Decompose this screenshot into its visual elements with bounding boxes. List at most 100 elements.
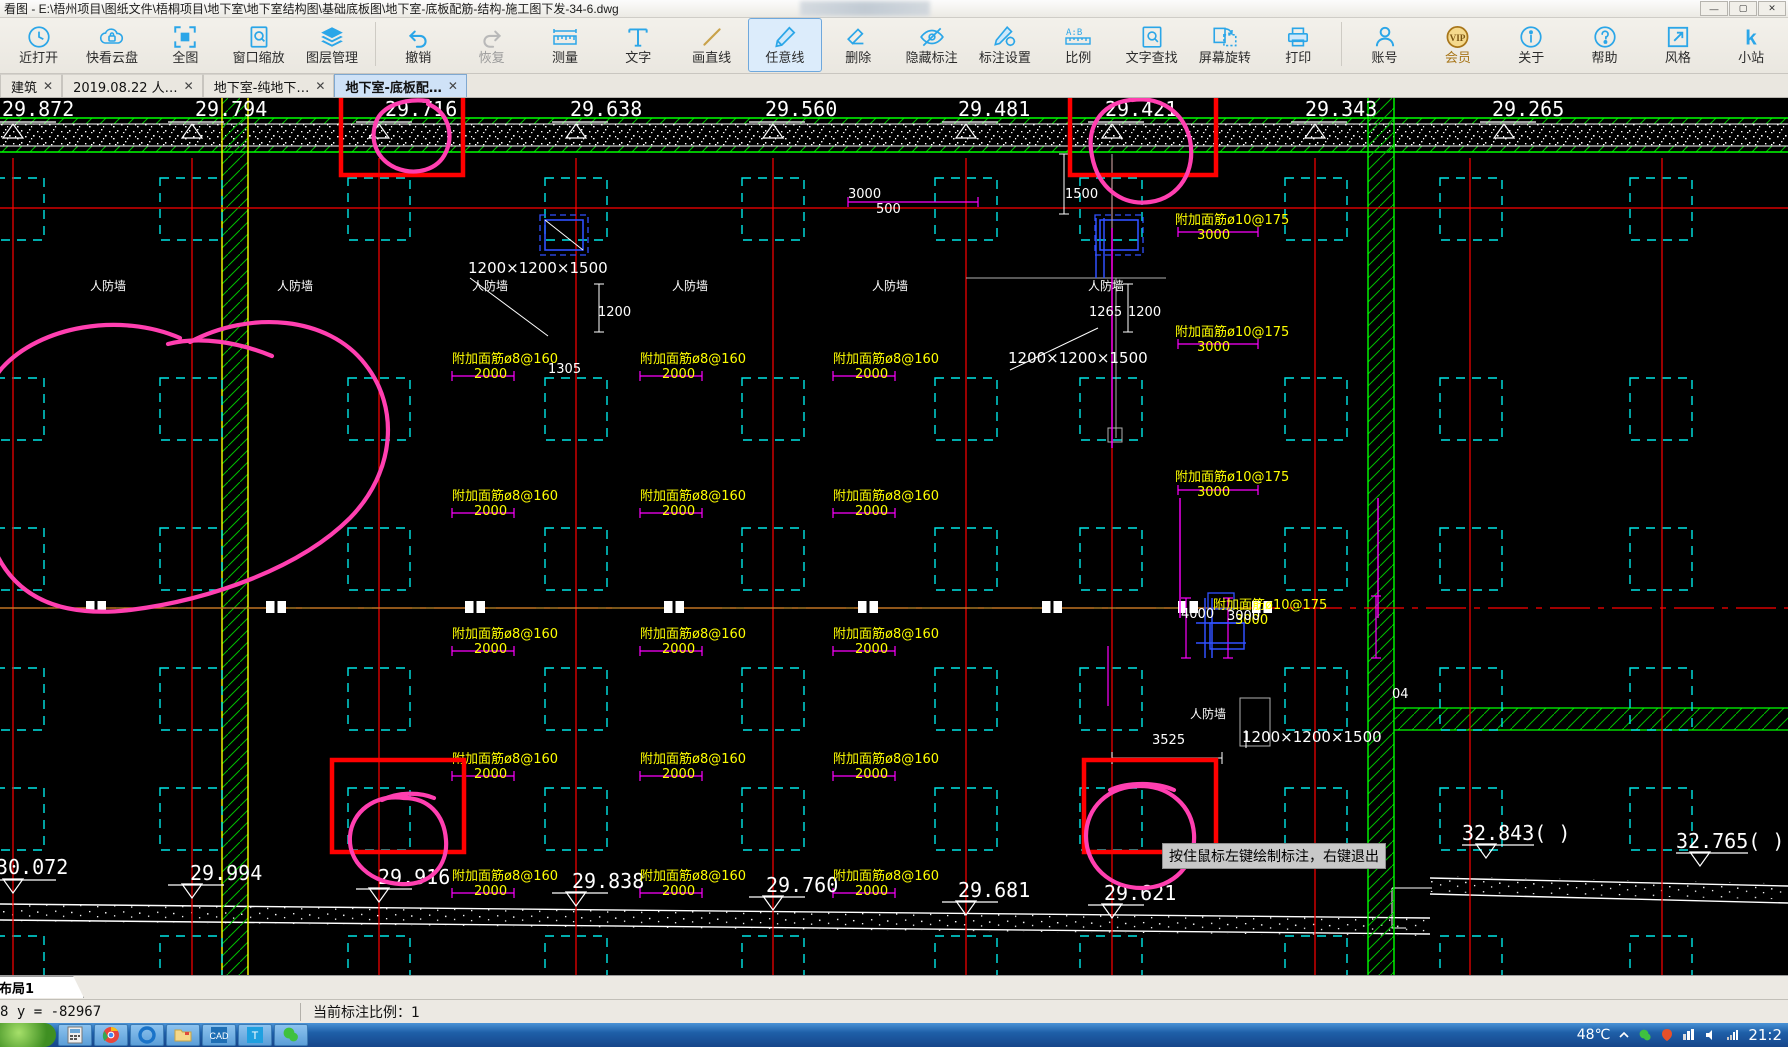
- taskbar-icon-wechat[interactable]: [274, 1024, 308, 1046]
- toolbar-button-vip[interactable]: VIP 会员: [1421, 18, 1494, 72]
- dimension-text: 04: [1392, 687, 1409, 702]
- toolbar-label: 隐藏标注: [905, 51, 958, 66]
- document-tab-strip: 建筑 ✕ 2019.08.22 人… ✕ 地下室-纯地下… ✕ 地下室-底板配……: [0, 74, 1788, 98]
- taskbar-icon-explorer[interactable]: [166, 1024, 200, 1046]
- cpu-temperature: 48℃: [1576, 1027, 1611, 1043]
- taskbar-clock: 21:2: [1748, 1026, 1782, 1044]
- toolbar-button-find-text[interactable]: 文字查找: [1115, 18, 1188, 72]
- svg-text:29.343: 29.343: [1305, 98, 1377, 121]
- toolbar-label: 任意线: [765, 51, 805, 66]
- vip-icon: VIP: [1444, 23, 1471, 51]
- svg-text:29.481: 29.481: [958, 98, 1030, 121]
- rebar-extent-label: 2000: [662, 767, 695, 782]
- rebar-extent-label: 3000: [1197, 340, 1230, 355]
- toolbar-button-measure[interactable]: 测量: [528, 18, 601, 72]
- freehand-icon: [772, 23, 798, 51]
- taskbar-icon-chrome[interactable]: [94, 1024, 128, 1046]
- toolbar-separator-1: [374, 22, 376, 66]
- toolbar-button-cloud[interactable]: 快看云盘: [75, 18, 148, 72]
- taskbar-icon-calculator[interactable]: [58, 1024, 92, 1046]
- toolbar-label: 小站: [1738, 51, 1765, 66]
- hide-annotation-icon: [918, 23, 946, 51]
- rebar-extent-label: 2000: [474, 504, 507, 519]
- toolbar-button-style[interactable]: 风格: [1641, 18, 1714, 72]
- svg-text:k: k: [1745, 27, 1757, 50]
- toolbar-button-text[interactable]: 文字: [602, 18, 675, 72]
- toolbar-button-help[interactable]: 帮助: [1568, 18, 1641, 72]
- toolbar-button-recent-open[interactable]: 近打开: [2, 18, 75, 72]
- toolbar-label: 打印: [1285, 51, 1312, 66]
- layout-tab-1[interactable]: 布局1: [0, 976, 84, 998]
- toolbar-button-undo[interactable]: 撤销: [382, 18, 455, 72]
- start-button[interactable]: [0, 1023, 56, 1047]
- toolbar-button-zoom-window[interactable]: 窗口缩放: [222, 18, 295, 72]
- toolbar-label: 测量: [551, 51, 578, 66]
- toolbar-button-station[interactable]: k 小站: [1715, 18, 1788, 72]
- rebar-extent-label: 2000: [855, 367, 888, 382]
- wall-label: 人防墙: [1190, 706, 1226, 721]
- tray-icon-network[interactable]: [1682, 1028, 1696, 1042]
- toolbar-button-line[interactable]: 画直线: [675, 18, 748, 72]
- cad-drawing-canvas[interactable]: 29.872 29.794 29.716 29.638 29.560 29.48…: [0, 98, 1788, 986]
- tray-icon-volume[interactable]: [1704, 1028, 1718, 1042]
- maximize-button[interactable]: ▢: [1729, 1, 1757, 16]
- fit-all-icon: [172, 23, 198, 51]
- tray-icon-wechat[interactable]: [1638, 1028, 1652, 1042]
- svg-text:29.760: 29.760: [766, 873, 838, 897]
- document-tab-2[interactable]: 地下室-纯地下… ✕: [202, 74, 335, 97]
- tab-label: 地下室-纯地下…: [213, 80, 310, 96]
- rebar-extent-label: 2000: [474, 884, 507, 899]
- close-icon[interactable]: ✕: [448, 79, 458, 93]
- toolbar-label: 会员: [1444, 51, 1471, 66]
- windows-taskbar: CAD T 48℃ 21:2: [0, 1023, 1788, 1047]
- close-icon[interactable]: ✕: [43, 79, 53, 93]
- tray-icon-arrow[interactable]: [1618, 1029, 1630, 1041]
- document-tab-3[interactable]: 地下室-底板配… ✕: [334, 74, 467, 97]
- toolbar-button-annotation-settings[interactable]: 标注设置: [968, 18, 1041, 72]
- toolbar-button-freehand[interactable]: 任意线: [748, 18, 822, 72]
- dimension-text: 3000: [1227, 609, 1260, 624]
- close-icon[interactable]: ✕: [315, 79, 325, 93]
- rebar-extent-label: 2000: [474, 367, 507, 382]
- toolbar-button-fit-all[interactable]: 全图: [149, 18, 222, 72]
- toolbar-button-print[interactable]: 打印: [1262, 18, 1335, 72]
- window-controls: — ▢ ✕: [1700, 1, 1786, 16]
- svg-text:29.838: 29.838: [572, 869, 644, 893]
- close-icon[interactable]: ✕: [184, 79, 194, 93]
- tray-icon-sogou[interactable]: [1660, 1028, 1674, 1042]
- toolbar-button-erase[interactable]: 删除: [822, 18, 895, 72]
- rebar-extent-label: 2000: [662, 367, 695, 382]
- wall-label: 人防墙: [277, 278, 313, 293]
- toolbar-button-account[interactable]: 账号: [1348, 18, 1421, 72]
- eraser-icon: [845, 23, 871, 51]
- rebar-extent-label: 2000: [855, 504, 888, 519]
- text-icon: [625, 23, 651, 51]
- toolbar-button-scale[interactable]: A:B 比例: [1042, 18, 1115, 72]
- rebar-extent-label: 3000: [1197, 228, 1230, 243]
- toolbar-button-redo: 恢复: [455, 18, 528, 72]
- taskbar-icon-tim[interactable]: T: [238, 1024, 272, 1046]
- document-tab-1[interactable]: 2019.08.22 人… ✕: [62, 74, 203, 97]
- rebar-extent-label: 2000: [855, 642, 888, 657]
- toolbar-button-layers[interactable]: 图层管理: [295, 18, 368, 72]
- top-elevation-labels: 29.872 29.794 29.716 29.638 29.560 29.48…: [2, 98, 1564, 121]
- title-bar-blur-overlay: [800, 1, 930, 16]
- toolbar-button-hide-annotation[interactable]: 隐藏标注: [895, 18, 968, 72]
- account-icon: [1372, 23, 1398, 51]
- help-icon: [1592, 23, 1618, 51]
- minimize-button[interactable]: —: [1700, 1, 1728, 16]
- svg-text:CAD: CAD: [210, 1031, 228, 1041]
- toolbar-button-about[interactable]: 关于: [1495, 18, 1568, 72]
- taskbar-icon-browser[interactable]: [130, 1024, 164, 1046]
- annotation-scale-readout: 当前标注比例：1: [313, 1004, 420, 1021]
- toolbar-button-rotate-screen[interactable]: 屏幕旋转: [1188, 18, 1261, 72]
- toolbar-label: 关于: [1518, 51, 1545, 66]
- taskbar-icon-cad-viewer[interactable]: CAD: [202, 1024, 236, 1046]
- document-tab-0[interactable]: 建筑 ✕: [0, 74, 63, 97]
- svg-text:T: T: [252, 1030, 259, 1042]
- svg-text:29.994: 29.994: [190, 861, 262, 885]
- pit-size-label: 1200×1200×1500: [468, 259, 608, 277]
- dimension-text: 3525: [1152, 733, 1185, 748]
- close-button[interactable]: ✕: [1758, 1, 1786, 16]
- tray-icon-signal[interactable]: [1726, 1028, 1740, 1042]
